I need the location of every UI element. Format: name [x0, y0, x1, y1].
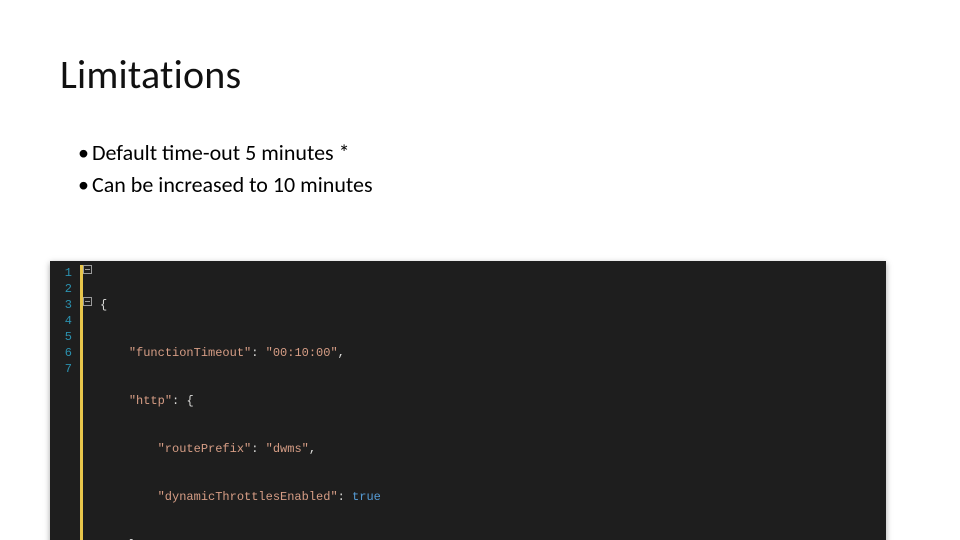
line-number-gutter: 1 2 3 4 5 6 7 [50, 261, 80, 540]
line-number: 7 [58, 361, 72, 377]
bullet-list: • Default time-out 5 minutes * • Can be … [60, 137, 900, 201]
code-content: { "functionTimeout": "00:10:00", "http":… [94, 261, 886, 540]
slide-title: Limitations [60, 50, 900, 99]
code-line: "functionTimeout": "00:10:00", [100, 345, 886, 361]
code-line: { [100, 297, 886, 313]
bullet-text: Can be increased to 10 minutes [92, 169, 900, 201]
bullet-text: Default time-out 5 minutes * [92, 137, 900, 169]
bullet-item: • Can be increased to 10 minutes [78, 169, 900, 201]
code-line: "http": { [100, 393, 886, 409]
line-number: 1 [58, 265, 72, 281]
fold-toggle-icon[interactable] [83, 297, 92, 306]
line-number: 3 [58, 297, 72, 313]
bullet-dot-icon: • [78, 142, 92, 164]
line-number: 2 [58, 281, 72, 297]
slide: Limitations • Default time-out 5 minutes… [0, 0, 960, 540]
bullet-item: • Default time-out 5 minutes * [78, 137, 900, 169]
code-editor: 1 2 3 4 5 6 7 { "functionTimeout": "00:1… [50, 261, 886, 540]
bullet-dot-icon: • [78, 174, 92, 196]
fold-gutter [80, 261, 94, 540]
line-number: 5 [58, 329, 72, 345]
change-marker [80, 265, 83, 540]
fold-toggle-icon[interactable] [83, 265, 92, 274]
line-number: 4 [58, 313, 72, 329]
code-line: "routePrefix": "dwms", [100, 441, 886, 457]
line-number: 6 [58, 345, 72, 361]
code-line: "dynamicThrottlesEnabled": true [100, 489, 886, 505]
